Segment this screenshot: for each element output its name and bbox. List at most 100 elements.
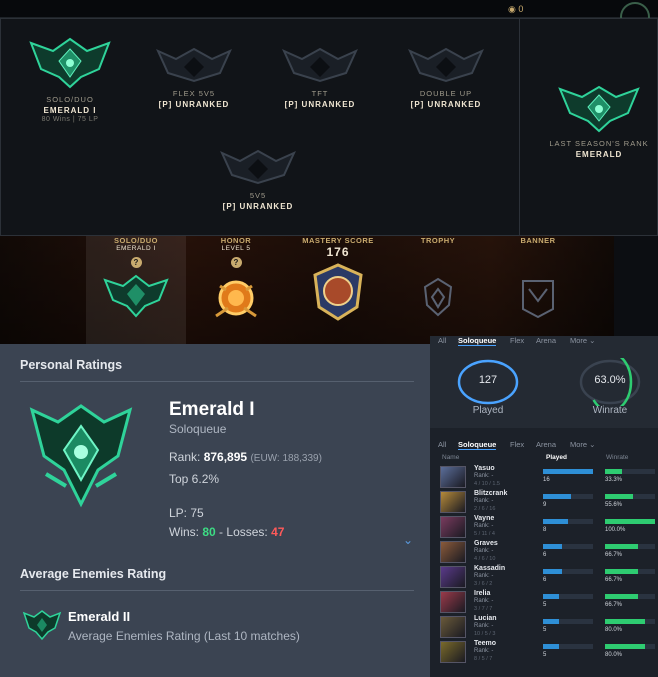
- played-bar: [543, 644, 559, 649]
- queue-name: TFT: [311, 89, 329, 98]
- tab-more[interactable]: More ⌄: [570, 440, 595, 449]
- champion-row[interactable]: Lucian Rank: - 10 / 5 / 3 5 80.0%: [438, 614, 658, 639]
- banner-banner[interactable]: BANNER: [488, 236, 588, 321]
- banner-mastery-label: MASTERY SCORE: [302, 236, 374, 245]
- column-winrate[interactable]: Winrate: [606, 454, 628, 461]
- tab-all[interactable]: All: [438, 336, 446, 345]
- winrate-percent: 80.0%: [605, 627, 623, 633]
- column-name[interactable]: Name: [442, 454, 459, 461]
- winrate-bar: [605, 619, 645, 624]
- champion-avatar: [440, 641, 466, 663]
- played-count: 9: [543, 502, 547, 508]
- banner-side-panel: [614, 236, 658, 344]
- emerald-crest-icon: [29, 37, 111, 89]
- champion-avatar: [440, 616, 466, 638]
- help-icon[interactable]: ?: [130, 257, 142, 268]
- champion-avatar: [440, 566, 466, 588]
- banner-solo-duo[interactable]: SOLO/DUO EMERALD I ?: [86, 236, 186, 322]
- played-bar: [543, 544, 562, 549]
- rank-5v5[interactable]: 5V5 [P] UNRANKED: [193, 147, 323, 211]
- champion-row[interactable]: Irelia Rank: - 3 / 7 / 7 5 66.7%: [438, 589, 658, 614]
- divider: [20, 381, 414, 382]
- queue-tabs-bottom: All Soloqueue Flex Arena More ⌄: [430, 440, 658, 454]
- winrate-bar: [605, 494, 633, 499]
- emerald-crest-icon: [558, 85, 640, 133]
- played-count: 6: [543, 577, 547, 583]
- banner-solo-label: SOLO/DUO: [113, 236, 158, 245]
- coin-icon: ◉: [508, 4, 519, 14]
- champion-kda: 4 / 10 / 1.5: [474, 481, 500, 487]
- currency-value: 0: [518, 4, 524, 14]
- queue-tier: EMERALD I: [43, 106, 97, 115]
- profile-banner-strip: SOLO/DUO EMERALD I ? HONOR LEVEL 5 ? MAS…: [0, 236, 614, 344]
- queue-sub: 80 Wins | 75 LP: [41, 116, 99, 123]
- tab-more[interactable]: More ⌄: [570, 336, 595, 345]
- champion-row[interactable]: Blitzcrank Rank: - 2 / 6 / 16 9 55.6%: [438, 489, 658, 514]
- champion-rank: Rank: -: [474, 523, 494, 529]
- champion-row[interactable]: Yasuo Rank: - 4 / 10 / 1.5 16 33.3%: [438, 464, 658, 489]
- champion-name: Graves: [474, 540, 498, 547]
- tab-flex[interactable]: Flex: [510, 440, 524, 449]
- champion-kda: 10 / 5 / 3: [474, 631, 496, 637]
- played-count: 6: [543, 552, 547, 558]
- banner-honor[interactable]: HONOR LEVEL 5 ?: [186, 236, 286, 328]
- rank-tft[interactable]: TFT [P] UNRANKED: [255, 45, 385, 109]
- tab-all[interactable]: All: [438, 440, 446, 449]
- winrate-percent: 55.6%: [605, 502, 623, 508]
- last-season-rank[interactable]: LAST SEASON'S RANK EMERALD: [534, 81, 658, 159]
- tab-arena[interactable]: Arena: [536, 440, 556, 449]
- last-season-label: LAST SEASON'S RANK: [549, 139, 649, 148]
- tab-arena[interactable]: Arena: [536, 336, 556, 345]
- winrate-percent: 33.3%: [605, 477, 623, 483]
- help-icon[interactable]: ?: [230, 257, 242, 268]
- column-played[interactable]: Played: [546, 454, 567, 461]
- played-bar: [543, 569, 562, 574]
- tab-flex[interactable]: Flex: [510, 336, 524, 345]
- expand-chevron-icon[interactable]: ⌄: [403, 533, 413, 547]
- banner-mastery[interactable]: MASTERY SCORE 176: [288, 236, 388, 323]
- emerald-large-crest-icon: [29, 404, 133, 508]
- champion-avatar: [440, 516, 466, 538]
- unranked-crest-icon: [282, 47, 358, 83]
- played-count: 5: [543, 627, 547, 633]
- rank-double-up[interactable]: DOUBLE UP [P] UNRANKED: [381, 45, 511, 109]
- champion-kda: 4 / 6 / 10: [474, 556, 496, 562]
- champion-rank: Rank: -: [474, 598, 494, 604]
- ranked-panel: SOLO/DUO EMERALD I 80 Wins | 75 LP FLEX …: [0, 18, 658, 236]
- banner-trophy[interactable]: TROPHY: [388, 236, 488, 321]
- tab-soloqueue[interactable]: Soloqueue: [458, 336, 497, 346]
- rank-line: Rank: 876,895 (EUW: 188,339): [169, 450, 322, 464]
- personal-queue: Soloqueue: [169, 422, 227, 436]
- banner-honor-label: HONOR: [220, 236, 252, 245]
- champion-name: Lucian: [474, 615, 497, 622]
- queue-tier: [P] UNRANKED: [284, 100, 356, 109]
- panel-divider: [519, 19, 520, 235]
- winrate-bar: [605, 569, 639, 574]
- champion-name: Vayne: [474, 515, 495, 522]
- winrate-bar: [605, 544, 639, 549]
- lp-value: LP: 75: [169, 506, 204, 520]
- rank-label: Rank:: [169, 450, 201, 464]
- wins-losses: Wins: 80 - Losses: 47: [169, 525, 284, 539]
- champion-row[interactable]: Vayne Rank: - 5 / 11 / 4 8 100.0%: [438, 514, 658, 539]
- played-bar: [543, 619, 559, 624]
- played-bar: [543, 594, 559, 599]
- separator: -: [219, 525, 224, 539]
- top-bar: ◉ 0: [0, 0, 658, 32]
- queue-name: 5V5: [249, 191, 267, 200]
- champion-stats-panel: All Soloqueue Flex Arena More ⌄ 127 Play…: [430, 336, 658, 677]
- champion-row[interactable]: Graves Rank: - 4 / 6 / 10 6 66.7%: [438, 539, 658, 564]
- queue-tier: [P] UNRANKED: [410, 100, 482, 109]
- champion-row[interactable]: Kassadin Rank: - 3 / 6 / 2 6 66.7%: [438, 564, 658, 589]
- rank-solo-duo[interactable]: SOLO/DUO EMERALD I 80 Wins | 75 LP: [5, 33, 135, 123]
- rank-flex[interactable]: FLEX 5V5 [P] UNRANKED: [129, 45, 259, 109]
- currency-counter[interactable]: ◉ 0: [508, 4, 523, 15]
- app-window: ◉ 0 SOLO/DUO EMERALD I 80 Wins | 75 LP F…: [0, 0, 658, 677]
- champion-rank: Rank: -: [474, 498, 494, 504]
- played-bar: [543, 494, 571, 499]
- winrate-bar: [605, 519, 655, 524]
- tab-soloqueue[interactable]: Soloqueue: [458, 440, 497, 450]
- honor-orb-icon: [215, 280, 257, 318]
- champion-row[interactable]: Teemo Rank: - 8 / 5 / 7 5 80.0%: [438, 639, 658, 664]
- last-season-tier: EMERALD: [575, 150, 623, 159]
